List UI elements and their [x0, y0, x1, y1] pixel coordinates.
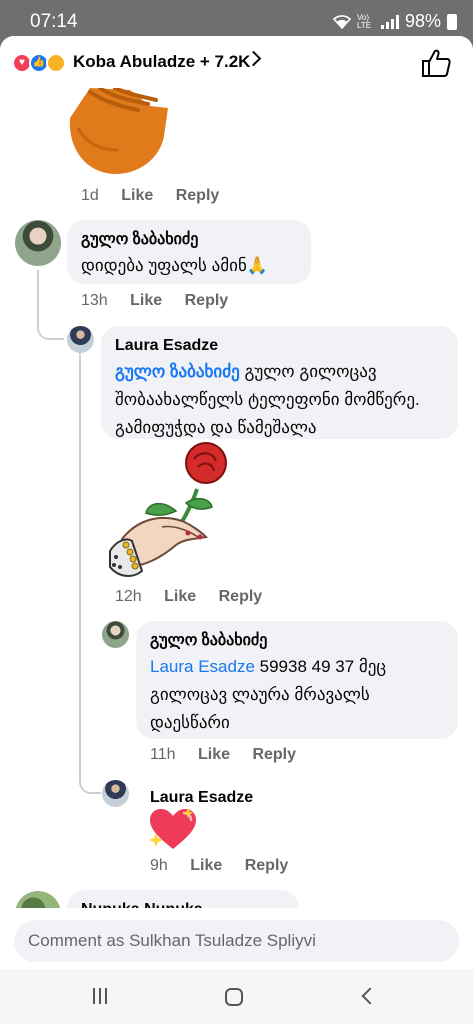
- reply-button[interactable]: Reply: [219, 588, 263, 605]
- sparkling-heart-sticker[interactable]: [148, 807, 198, 851]
- comment-age: 1d: [81, 187, 99, 204]
- thread-line: [37, 270, 64, 340]
- thumbs-up-icon[interactable]: [420, 48, 452, 78]
- status-time: 07:14: [30, 11, 78, 32]
- comment-author[interactable]: Laura Esadze: [150, 788, 292, 808]
- comment-author[interactable]: Laura Esadze: [115, 336, 444, 356]
- avatar[interactable]: [102, 780, 129, 807]
- comment-author[interactable]: გულო ზაბახიძე: [81, 230, 297, 250]
- comment-age: 9h: [150, 857, 168, 874]
- battery-percent: 98%: [404, 11, 441, 31]
- comment-age: 13h: [81, 292, 108, 309]
- comment-meta: 1d Like Reply: [81, 187, 219, 205]
- comment-header: Laura Esadze: [136, 780, 306, 810]
- comment-age: 12h: [115, 588, 142, 605]
- avatar[interactable]: [67, 326, 94, 353]
- network-label: Vo) LTE: [356, 12, 372, 30]
- mention-link[interactable]: Laura Esadze: [150, 657, 255, 676]
- like-button[interactable]: Like: [190, 857, 222, 874]
- comments-sheet: ♥ 👍 Koba Abuladze + 7.2K 1d Like Reply გ…: [0, 36, 473, 969]
- like-button[interactable]: Like: [198, 746, 230, 763]
- comment-age: 11h: [150, 746, 176, 763]
- reply-button[interactable]: Reply: [252, 746, 296, 763]
- clapping-hands-sticker[interactable]: [60, 88, 180, 180]
- wifi-icon: [332, 14, 351, 29]
- mention-link[interactable]: გულო ზაბახიძე: [115, 362, 240, 381]
- comment-meta: 9h Like Reply: [150, 857, 288, 875]
- recent-apps-icon[interactable]: [93, 988, 107, 1004]
- comment-meta: 13h Like Reply: [81, 292, 228, 310]
- comment-bubble: გულო ზაბახიძე დიდება უფალს ამინ🙏: [67, 220, 311, 284]
- reply-button[interactable]: Reply: [245, 857, 289, 874]
- battery-icon: [447, 13, 457, 30]
- comment-meta: 11h Like Reply: [150, 746, 296, 764]
- system-nav-bar: [0, 969, 473, 1024]
- rose-in-hand-sticker[interactable]: [102, 441, 237, 581]
- comment-bubble: Laura Esadze გულო ზაბახიძე გულო გილოცავ …: [101, 326, 458, 439]
- signal-icon: [380, 14, 399, 29]
- like-button[interactable]: Like: [164, 588, 196, 605]
- avatar[interactable]: [102, 621, 129, 648]
- comment-author[interactable]: გულო ზაბახიძე: [150, 631, 444, 651]
- back-icon[interactable]: [361, 987, 379, 1005]
- home-icon[interactable]: [225, 988, 243, 1006]
- comment-bubble: გულო ზაბახიძე Laura Esadze 59938 49 37 მ…: [136, 621, 458, 739]
- comment-text: დიდება უფალს ამინ🙏: [81, 256, 268, 275]
- reply-button[interactable]: Reply: [176, 187, 220, 204]
- like-button[interactable]: Like: [121, 187, 153, 204]
- comment-input-placeholder: Comment as Sulkhan Tsuladze Spliyvi: [28, 931, 316, 950]
- thread-line: [79, 352, 101, 794]
- like-button[interactable]: Like: [130, 292, 162, 309]
- reactions-summary[interactable]: Koba Abuladze + 7.2K: [73, 52, 250, 72]
- reactions-header[interactable]: ♥ 👍 Koba Abuladze + 7.2K: [0, 36, 473, 90]
- comment-meta: 12h Like Reply: [115, 588, 262, 606]
- reply-button[interactable]: Reply: [185, 292, 229, 309]
- care-icon: [46, 53, 66, 73]
- comment-text: გულო ზაბახიძე გულო გილოცავ შობაახალწელს …: [115, 358, 444, 442]
- reaction-icons: ♥ 👍: [12, 53, 70, 73]
- comment-text: Laura Esadze 59938 49 37 მეც გილოცავ ლაუ…: [150, 653, 444, 737]
- comment-input[interactable]: Comment as Sulkhan Tsuladze Spliyvi: [14, 920, 459, 962]
- status-icons: Vo) LTE 98%: [332, 11, 457, 32]
- avatar[interactable]: [15, 220, 61, 266]
